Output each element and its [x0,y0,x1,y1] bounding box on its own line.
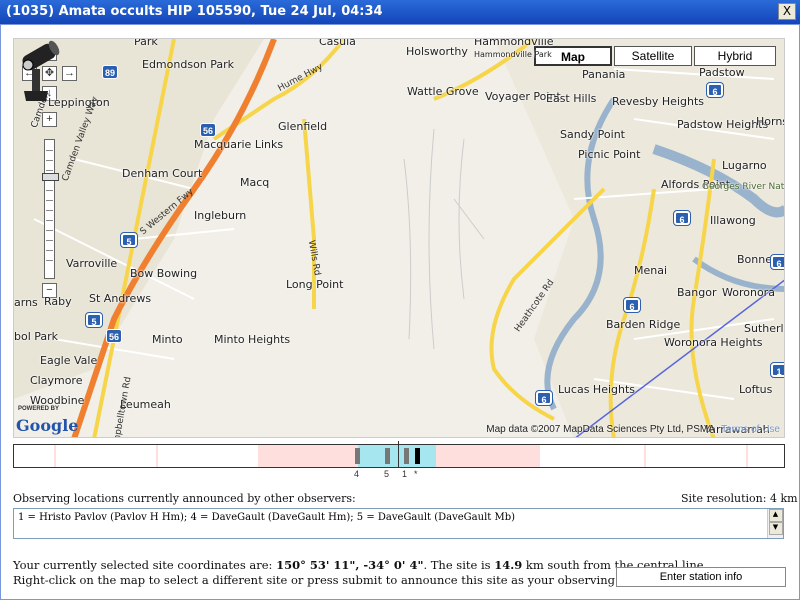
central-line-marker [398,441,399,467]
place-label: Hammondville Park [474,50,552,59]
observers-list[interactable]: 1 = Hristo Pavlov (Pavlov H Hm); 4 = Dav… [13,508,784,539]
route-shield: 6 [535,390,553,406]
place-label: Panania [582,68,626,81]
place-label: Ingleburn [194,209,247,222]
place-label: Denham Court [122,167,203,180]
route-shield: 6 [706,82,724,98]
place-label: Padstow Heights [677,118,769,131]
window-titlebar: (1035) Amata occults HIP 105590, Tue 24 … [0,0,800,24]
place-label: Georges River National Park [702,182,785,192]
terrain-contours [403,128,485,350]
place-label: East Hills [546,92,597,105]
map-type-hybrid-button[interactable]: Hybrid [694,46,776,66]
occultation-window: Map Satellite Hybrid ↑ ← ✥ → ↓ + − Park … [0,24,800,600]
route-shield: 5 [85,312,103,328]
place-label: arns [14,296,38,309]
route-shield: 6 [770,254,784,270]
observers-scrollbar[interactable]: ▲ ▼ [767,509,783,538]
place-label: Menai [634,264,668,277]
place-label: Lugarno [722,159,767,172]
site-distance: 14.9 [494,558,523,572]
place-label: Sandy Point [560,128,625,141]
google-logo[interactable]: POWERED BY Google [16,406,78,435]
scroll-up-button[interactable]: ▲ [768,509,783,522]
place-label: St Andrews [89,292,152,305]
close-button[interactable]: X [778,3,796,20]
enter-station-info-button[interactable]: Enter station info [616,567,786,587]
place-label: Illawong [710,214,756,227]
place-label: Claymore [30,374,83,387]
place-label: Lucas Heights [558,383,636,396]
place-label: Picnic Point [578,148,641,161]
place-label: Park [134,38,158,48]
route-shield: 6 [623,297,641,313]
selected-site-marker [415,448,420,464]
place-label: Long Point [286,278,344,291]
place-label: Glenfield [278,120,328,133]
timeline-label: 5 [384,469,390,479]
timeline-band [156,445,158,467]
place-label: Bow Bowing [130,267,198,280]
pan-right-button[interactable]: → [62,66,77,81]
observers-list-text: 1 = Hristo Pavlov (Pavlov H Hm); 4 = Dav… [18,512,516,523]
route-shield: 1 [770,362,784,378]
selection-instruction: Right-click on the map to select a diffe… [13,573,669,587]
station-marker-4 [355,448,360,464]
place-label: bol Park [14,330,59,343]
timeline-band [746,445,748,467]
place-label: Loftus [739,383,773,396]
place-label: Bangor [677,286,717,299]
zoom-slider-thumb[interactable] [42,173,59,181]
route-shield: 89 [102,65,118,79]
route-shield: 56 [106,329,122,343]
place-label: Padstow [699,66,745,79]
place-label: Minto Heights [214,333,291,346]
scroll-down-button[interactable]: ▼ [768,522,783,535]
observers-heading: Observing locations currently announced … [13,492,356,505]
map-view[interactable]: Map Satellite Hybrid ↑ ← ✥ → ↓ + − Park … [13,38,785,438]
station-marker-5 [385,448,390,464]
zoom-slider[interactable] [42,139,59,279]
place-label: Revesby Heights [612,95,705,108]
place-label: Woronora [722,286,775,299]
place-label: Macq [240,176,270,189]
occultation-path-timeline[interactable] [13,441,785,468]
route-shield: 5 [120,232,138,248]
site-resolution: Site resolution: 4 km [681,492,798,505]
place-label: Hornsby Heights [756,115,784,128]
place-label: Wattle Grove [407,85,479,98]
station-marker-1 [404,448,409,464]
place-label: Macquarie Links [194,138,284,151]
place-label: Edmondson Park [142,58,235,71]
timeline-band [54,445,56,467]
selected-site-info: Your currently selected site coordinates… [13,558,708,587]
route-shield: 56 [200,123,216,137]
place-label: Holsworthy [406,45,468,58]
telescope-marker-icon[interactable] [14,39,64,103]
map-copyright: Map data ©2007 MapData Sciences Pty Ltd,… [486,424,780,435]
place-label: Eagle Vale [40,354,98,367]
window-title: (1035) Amata occults HIP 105590, Tue 24 … [6,4,383,19]
place-label: Sutherland [744,322,784,335]
timeline-label: 1 [402,469,408,479]
place-label: Casula [319,38,356,48]
route-shield: 6 [673,210,691,226]
place-label: Barden Ridge [606,318,681,331]
place-label: Varroville [66,257,118,270]
map-type-satellite-button[interactable]: Satellite [614,46,692,66]
terms-of-use-link[interactable]: Terms of Use [721,424,780,435]
place-label: Hammondville [474,38,554,48]
timeline-label: * [414,469,418,479]
site-coordinates: 150° 53' 11", -34° 0' 4" [276,558,424,572]
central-band [358,445,436,467]
timeline-band [644,445,646,467]
place-label: Raby [44,295,72,308]
timeline-label: 4 [354,469,360,479]
place-label: Minto [152,333,183,346]
place-label: Woronora Heights [664,336,763,349]
